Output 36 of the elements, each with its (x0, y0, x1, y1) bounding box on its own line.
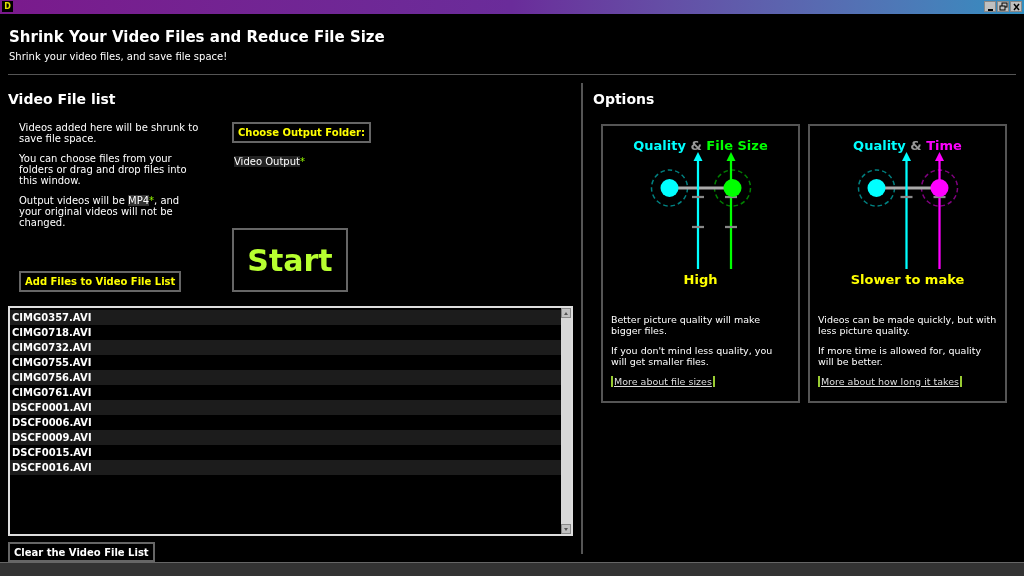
more-info-link[interactable]: More about how long it takes (818, 375, 963, 387)
info-paragraph: You can choose files from your folders or drag and drop files into this window. (19, 153, 188, 187)
choose-output-folder-button[interactable]: Choose Output Folder: (232, 122, 371, 144)
card-title: Quality & File Size (633, 138, 768, 155)
file-row[interactable]: CIMG0357.AVI (10, 310, 561, 326)
scroll-up-icon[interactable] (561, 308, 571, 319)
card-paragraph: If more time is allowed for, quality will be better. (818, 344, 983, 367)
add-files-button[interactable]: Add Files to Video File List (19, 271, 182, 293)
window-title: Shrink Your Video Files and Reduce File Size (9, 26, 386, 47)
setting-reading: Slower to make (850, 271, 965, 290)
file-row[interactable]: CIMG0732.AVI (10, 340, 561, 356)
window-subtitle: Shrink your video files, and save file space! (9, 49, 229, 64)
section-heading: Options (593, 90, 656, 110)
card-paragraph: If you don't mind less quality, you will get smaller files. (611, 344, 774, 367)
more-info-link[interactable]: More about file sizes (611, 375, 715, 387)
file-list[interactable]: CIMG0357.AVI CIMG0718.AVI CIMG0732.AVI CIMG0755.AVI CIMG0756.AVI CIMG0761.AVI DSCF0001.AVI DSCF0006.AVI DSCF0009.AVI DSCF0015.AVI DSCF0016.AVI (8, 306, 573, 537)
start-button[interactable]: Start (232, 228, 348, 293)
scrollbar[interactable] (561, 308, 571, 535)
card-paragraph: Better picture quality will make bigger files. (611, 313, 762, 336)
file-row[interactable]: DSCF0016.AVI (10, 460, 561, 476)
file-row[interactable]: DSCF0001.AVI (10, 400, 561, 416)
restore-icon[interactable] (997, 1, 1009, 13)
file-row[interactable]: CIMG0756.AVI (10, 370, 561, 386)
app-icon: D (2, 1, 13, 13)
info-paragraph: Output videos will be MP4*, and your original videos will not be changed. (19, 195, 181, 229)
close-icon[interactable] (1010, 1, 1022, 13)
section-heading: Video File list (8, 90, 117, 110)
card-paragraph: Videos can be made quickly, but with less picture quality. (818, 313, 997, 336)
card-title: Quality & Time (853, 138, 962, 155)
output-folder-label: Video Output* (234, 155, 306, 170)
file-row[interactable]: DSCF0009.AVI (10, 430, 561, 446)
setting-reading: High (683, 271, 718, 290)
scroll-down-icon[interactable] (561, 524, 571, 535)
clear-list-button[interactable]: Clear the Video File List (8, 542, 155, 563)
info-paragraph: Videos added here will be shrunk to save file space. (19, 122, 200, 145)
minimize-icon[interactable] (984, 1, 996, 13)
